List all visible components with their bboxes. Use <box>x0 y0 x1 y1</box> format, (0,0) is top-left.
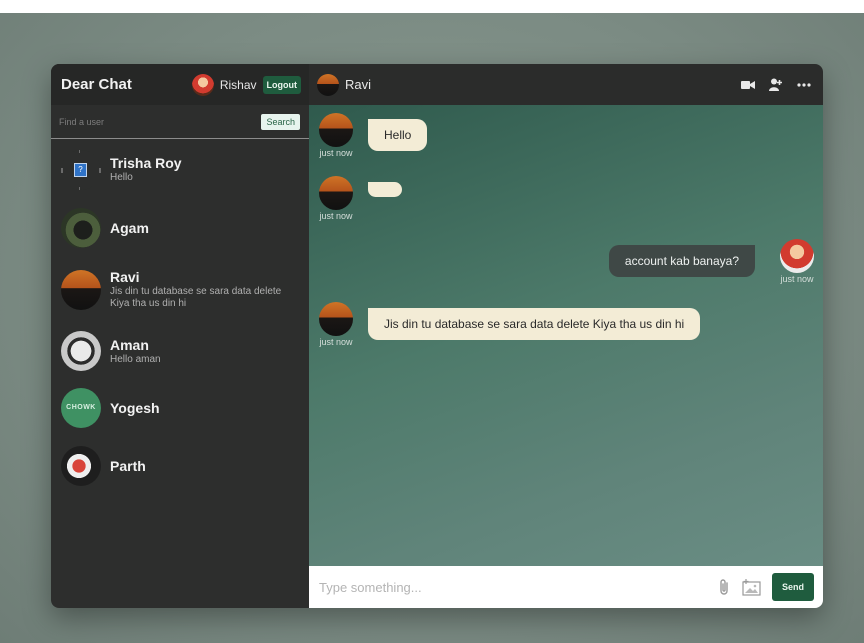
sender-avatar <box>319 113 353 147</box>
app-title: Dear Chat <box>61 76 132 93</box>
top-strip <box>0 0 864 13</box>
user-name: Trisha Roy <box>110 155 182 171</box>
logout-button[interactable]: Logout <box>262 75 301 94</box>
message-bubble: Jis din tu database se sara data delete … <box>368 308 701 340</box>
message-input[interactable] <box>317 578 718 596</box>
user-item-yogesh[interactable]: CHOWK Yogesh <box>51 379 309 437</box>
user-avatar-ravi <box>61 269 101 310</box>
broken-image-icon: ? <box>74 162 87 177</box>
user-avatar-agam <box>61 208 101 248</box>
user-name: Ravi <box>110 269 140 285</box>
message-time: just now <box>780 274 814 284</box>
user-item-parth[interactable]: Parth <box>51 437 309 495</box>
video-camera-icon[interactable] <box>741 80 755 90</box>
sender-avatar <box>319 302 353 336</box>
more-icon[interactable] <box>797 82 811 87</box>
message-composer: Send <box>309 566 823 608</box>
user-avatar-aman <box>61 331 101 371</box>
chat-header: Ravi <box>309 64 823 105</box>
user-name: Parth <box>110 457 146 474</box>
message-received: just now <box>312 176 402 221</box>
user-search: Search <box>51 105 309 139</box>
user-last-message: Jis din tu database se sara data delete … <box>110 286 282 309</box>
chat-app-window: Dear Chat Rishav Logout Search ? <box>51 64 823 608</box>
message-list: just now Hello just now just now account… <box>309 105 823 566</box>
sidebar-navbar: Dear Chat Rishav Logout <box>51 64 309 105</box>
user-item-ravi[interactable]: Ravi Jis din tu database se sara data de… <box>51 256 309 323</box>
user-list: ? Trisha Roy Hello Agam Ravi Jis din tu … <box>51 139 309 608</box>
user-name: Yogesh <box>110 399 160 416</box>
attachment-icon[interactable] <box>718 578 730 596</box>
message-time: just now <box>319 337 353 347</box>
contact-name: Ravi <box>345 77 372 92</box>
user-avatar-yogesh: CHOWK <box>61 388 101 428</box>
message-bubble: account kab banaya? <box>608 245 755 277</box>
sender-avatar <box>780 239 814 273</box>
current-user: Rishav Logout <box>191 73 301 96</box>
search-user-input[interactable] <box>59 116 262 127</box>
message-time: just now <box>319 211 353 221</box>
message-received: just now Jis din tu database se sara dat… <box>312 302 701 347</box>
message-received: just now Hello <box>312 113 428 158</box>
user-item-aman[interactable]: Aman Hello aman <box>51 323 309 379</box>
send-button[interactable]: Send <box>771 573 814 601</box>
sidebar: Dear Chat Rishav Logout Search ? <box>51 64 309 608</box>
current-user-avatar <box>191 73 214 96</box>
message-bubble: Hello <box>368 119 428 151</box>
user-item-trisha-roy[interactable]: ? Trisha Roy Hello <box>51 139 309 200</box>
contact-avatar <box>317 73 339 96</box>
user-item-agam[interactable]: Agam <box>51 200 309 256</box>
user-avatar-parth <box>61 446 101 486</box>
current-user-name: Rishav <box>219 77 257 92</box>
chat-panel: Ravi just now Hello just now just now ac… <box>309 64 823 608</box>
sender-avatar <box>319 176 353 210</box>
search-button[interactable]: Search <box>261 113 300 130</box>
message-sent: just now account kab banaya? <box>608 239 821 284</box>
user-name: Agam <box>110 219 149 236</box>
message-bubble <box>368 182 402 197</box>
user-avatar-trisha-roy: ? <box>61 149 101 190</box>
user-name: Aman <box>110 336 149 353</box>
add-user-icon[interactable] <box>769 78 783 91</box>
user-last-message: Hello <box>110 172 133 183</box>
user-last-message: Hello aman <box>110 353 161 365</box>
message-time: just now <box>319 148 353 158</box>
image-icon[interactable] <box>742 578 762 596</box>
